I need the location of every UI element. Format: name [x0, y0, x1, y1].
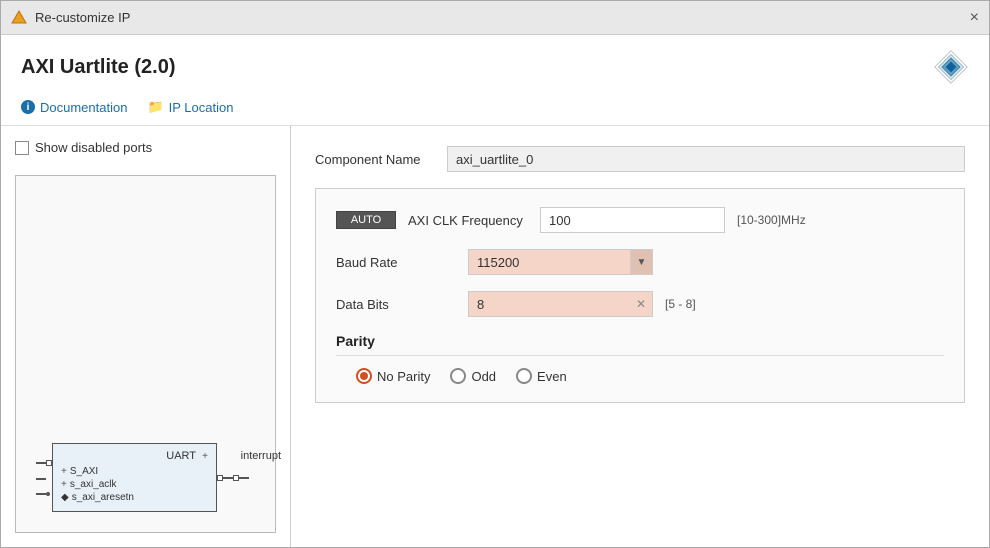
data-bits-clear-button[interactable]: ✕ — [630, 292, 652, 316]
ip-location-link[interactable]: 📁 IP Location — [147, 99, 233, 115]
title-bar-left: Re-customize IP — [11, 10, 130, 26]
component-name-label: Component Name — [315, 152, 435, 167]
plus-icon-2: + — [61, 479, 67, 490]
app-title-text: AXI Uartlite (2.0) — [21, 56, 175, 79]
data-bits-label: Data Bits — [336, 297, 456, 312]
block-inner: UART + + S_AXI + s_axi_aclk ◆ — [36, 443, 249, 512]
parity-options: No Parity Odd Even — [336, 368, 944, 384]
left-wire-2 — [36, 478, 52, 480]
baud-rate-select[interactable]: 115200 ▼ — [468, 249, 653, 275]
baud-dropdown-arrow[interactable]: ▼ — [630, 250, 652, 274]
left-wire-1 — [36, 460, 52, 466]
s-axi-aclk-label: s_axi_aclk — [70, 479, 117, 490]
window-title: Re-customize IP — [35, 10, 130, 25]
data-bits-range: [5 - 8] — [665, 297, 696, 311]
parity-odd[interactable]: Odd — [450, 368, 496, 384]
uart-block-title: UART + — [61, 450, 208, 462]
documentation-label: Documentation — [40, 100, 127, 115]
auto-badge: AUTO — [336, 211, 396, 229]
vivado-logo-icon — [933, 49, 969, 85]
title-bar: Re-customize IP × — [1, 1, 989, 35]
axi-clk-label: AXI CLK Frequency — [408, 213, 528, 228]
folder-icon: 📁 — [147, 99, 163, 115]
parity-no-parity[interactable]: No Parity — [356, 368, 430, 384]
interrupt-label: interrupt — [241, 450, 281, 462]
no-parity-radio-inner — [360, 372, 368, 380]
nav-links: i Documentation 📁 IP Location — [21, 99, 969, 115]
left-wires — [36, 460, 52, 496]
documentation-link[interactable]: i Documentation — [21, 100, 127, 115]
uart-block: UART + + S_AXI + s_axi_aclk ◆ — [52, 443, 217, 512]
dot-icon: ◆ — [61, 492, 69, 503]
data-bits-input-wrapper: 8 ✕ — [468, 291, 653, 317]
no-parity-radio[interactable] — [356, 368, 372, 384]
component-name-row: Component Name — [315, 146, 965, 172]
uart-label: UART — [166, 450, 196, 462]
block-diagram: UART + + S_AXI + s_axi_aclk ◆ — [15, 175, 276, 533]
parity-section: Parity No Parity Odd — [336, 333, 944, 384]
axi-clk-row: AUTO AXI CLK Frequency [10-300]MHz — [336, 207, 944, 233]
baud-rate-row: Baud Rate 115200 ▼ — [336, 249, 944, 275]
s-axi-aresetn-label: s_axi_aresetn — [72, 492, 134, 503]
show-ports-label[interactable]: Show disabled ports — [15, 140, 276, 155]
content-area: Show disabled ports — [1, 126, 989, 547]
window-icon — [11, 10, 27, 26]
info-icon: i — [21, 100, 35, 114]
even-label: Even — [537, 369, 567, 384]
odd-radio[interactable] — [450, 368, 466, 384]
parity-even[interactable]: Even — [516, 368, 567, 384]
odd-label: Odd — [471, 369, 496, 384]
show-ports-checkbox[interactable] — [15, 141, 29, 155]
s-axi-label: S_AXI — [70, 466, 98, 477]
even-radio[interactable] — [516, 368, 532, 384]
axi-clk-input[interactable] — [540, 207, 725, 233]
show-ports-text: Show disabled ports — [35, 140, 152, 155]
right-wires — [217, 475, 249, 481]
port-s-axi-aclk: + s_axi_aclk — [61, 479, 208, 490]
left-wire-3 — [36, 492, 52, 496]
port-s-axi-aresetn: ◆ s_axi_aresetn — [61, 492, 208, 503]
baud-rate-value: 115200 — [477, 255, 630, 270]
baud-rate-label: Baud Rate — [336, 255, 456, 270]
data-bits-value: 8 — [477, 297, 630, 312]
component-name-input[interactable] — [447, 146, 965, 172]
plus-icon-1: + — [61, 466, 67, 477]
config-box: AUTO AXI CLK Frequency [10-300]MHz Baud … — [315, 188, 965, 403]
ip-location-label: IP Location — [169, 100, 234, 115]
axi-clk-unit: [10-300]MHz — [737, 213, 806, 227]
close-button[interactable]: × — [970, 10, 979, 26]
header-section: AXI Uartlite (2.0) i Documentation 📁 IP … — [1, 35, 989, 126]
no-parity-label: No Parity — [377, 369, 430, 384]
port-s-axi: + S_AXI — [61, 466, 208, 477]
right-wire-1 — [217, 475, 249, 481]
main-window: Re-customize IP × AXI Uartlite (2.0) i D… — [0, 0, 990, 548]
data-bits-row: Data Bits 8 ✕ [5 - 8] — [336, 291, 944, 317]
parity-title: Parity — [336, 333, 944, 356]
left-panel: Show disabled ports — [1, 126, 291, 547]
app-title-row: AXI Uartlite (2.0) — [21, 49, 969, 85]
right-panel: Component Name AUTO AXI CLK Frequency [1… — [291, 126, 989, 547]
right-labels: interrupt — [241, 450, 281, 462]
